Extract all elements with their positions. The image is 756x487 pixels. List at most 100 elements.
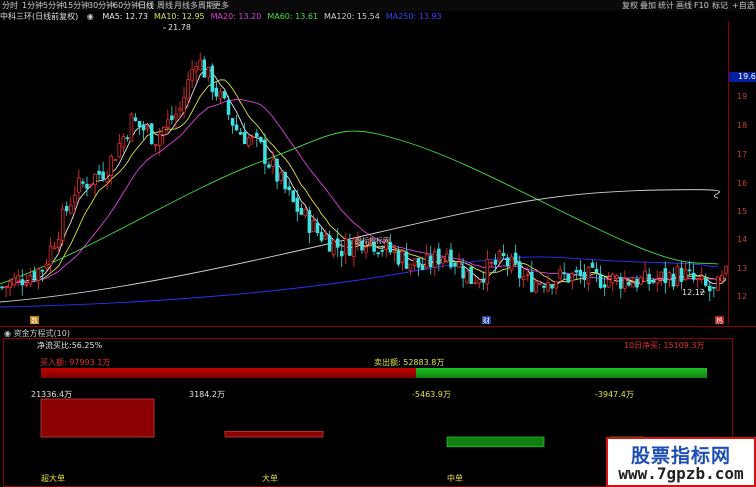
candle <box>24 283 29 286</box>
axis-label-6: 13 <box>737 264 748 273</box>
ma-legend: 中科三环(日线前复权) ◉ MA5: 12.73 MA10: 12.95 MA20:… <box>0 12 454 22</box>
candle <box>230 118 235 126</box>
candle <box>56 238 61 248</box>
candle <box>485 259 490 285</box>
candle <box>109 156 113 176</box>
candle <box>477 279 482 284</box>
candle <box>578 269 583 276</box>
candle <box>319 232 324 241</box>
candle <box>149 123 154 145</box>
candle <box>303 208 308 217</box>
period-tab-5[interactable]: 60分钟 <box>113 0 139 11</box>
candle <box>655 279 659 284</box>
candle <box>125 137 130 140</box>
candle <box>299 208 304 215</box>
candle <box>255 132 259 137</box>
candle <box>348 240 352 256</box>
candle <box>530 271 534 292</box>
candle <box>679 267 684 282</box>
flow-value-3: -3947.4万 <box>595 390 634 399</box>
candle <box>141 124 146 131</box>
candle <box>699 275 704 280</box>
candle <box>554 281 558 289</box>
candle <box>307 210 312 233</box>
candle <box>538 282 542 285</box>
candle <box>610 273 615 283</box>
flow-bar-0 <box>40 398 155 438</box>
candle <box>85 183 89 189</box>
candle <box>473 282 477 285</box>
marker-re-text: 热 <box>716 316 723 324</box>
candle <box>574 270 579 273</box>
axis-label-1: 18 <box>737 121 748 130</box>
candle <box>105 178 109 183</box>
ma-label-5: MA250: 13.93 <box>385 12 442 21</box>
ma-label-4: MA120: 15.54 <box>324 12 380 21</box>
period-tab-8[interactable]: 月线 <box>174 0 190 11</box>
period-tab-9[interactable]: 多周期 <box>190 0 214 11</box>
period-tab-4[interactable]: 30分钟 <box>88 0 114 11</box>
toolbar: 分时 1分钟 5分钟 15分钟 30分钟 60分钟 日线 周线 月线 多周期 更多 复权 叠加 统计 画线… <box>0 0 756 11</box>
candle <box>182 97 186 113</box>
marker-cai-text: 财 <box>483 316 490 324</box>
ma-settings-icon[interactable]: ◉ <box>87 12 94 21</box>
period-tab-7[interactable]: 周线 <box>157 0 173 11</box>
candle <box>558 269 562 279</box>
candle <box>275 158 279 182</box>
candle <box>449 249 453 268</box>
high-price-label: 21.78 <box>168 23 191 32</box>
candle <box>590 262 595 268</box>
toolbar-tool-1[interactable]: 叠加 <box>640 0 656 11</box>
candle <box>437 248 441 265</box>
candle <box>687 269 692 272</box>
candle <box>396 250 401 265</box>
candlestick-chart[interactable]: 21.78 12.12 股标指标网 数 财 热 <box>0 22 728 324</box>
candle <box>594 268 599 273</box>
candle <box>64 206 69 212</box>
candle <box>113 159 118 161</box>
period-tab-6[interactable]: 日线 <box>138 0 154 11</box>
period-tab-3[interactable]: 15分钟 <box>63 0 89 11</box>
buy-amount: 买入额: 97993.1万 <box>40 358 111 367</box>
toolbar-tool-3[interactable]: 画线 <box>676 0 692 11</box>
candle <box>602 284 607 288</box>
axis-label-4: 15 <box>737 207 748 216</box>
period-tab-2[interactable]: 5分钟 <box>43 0 64 11</box>
candle <box>174 113 178 119</box>
candle <box>283 172 287 190</box>
candle <box>186 79 190 99</box>
period-tab-0[interactable]: 分时 <box>2 0 18 11</box>
candle <box>117 143 122 158</box>
toolbar-tool-6[interactable]: +自选 <box>732 0 755 11</box>
toolbar-tool-2[interactable]: 统计 <box>658 0 674 11</box>
period-tab-10[interactable]: 更多 <box>213 0 229 11</box>
candle <box>202 59 207 78</box>
candle <box>416 258 421 268</box>
period-tab-1[interactable]: 1分钟 <box>22 0 43 11</box>
candle <box>170 115 174 121</box>
candle <box>546 282 550 292</box>
toolbar-tool-5[interactable]: 标记 <box>712 0 728 11</box>
sell-amount: 卖出额: 52883.8万 <box>374 358 445 367</box>
toolbar-tool-4[interactable]: F10 <box>694 0 709 11</box>
candle <box>36 268 41 281</box>
candle <box>162 127 166 136</box>
candle <box>344 238 348 255</box>
candle <box>153 143 158 146</box>
candle <box>461 265 465 279</box>
candle <box>619 277 623 289</box>
candle <box>420 265 425 270</box>
candle <box>198 59 202 70</box>
indicator-title-text: 资金方程式(10) <box>13 329 70 338</box>
candle <box>267 164 271 168</box>
candle <box>259 136 263 143</box>
toolbar-tool-0[interactable]: 复权 <box>622 0 638 11</box>
candle <box>271 159 275 167</box>
candle <box>639 277 643 285</box>
indicator-settings-icon[interactable]: ◉ <box>4 329 11 338</box>
price-axis: 19 18 17 16 15 14 13 12 19.62 <box>728 22 756 324</box>
watermark-url: www.7gpzb.com <box>618 464 744 483</box>
candle <box>28 275 33 285</box>
candle <box>627 281 631 286</box>
candle <box>295 197 300 212</box>
